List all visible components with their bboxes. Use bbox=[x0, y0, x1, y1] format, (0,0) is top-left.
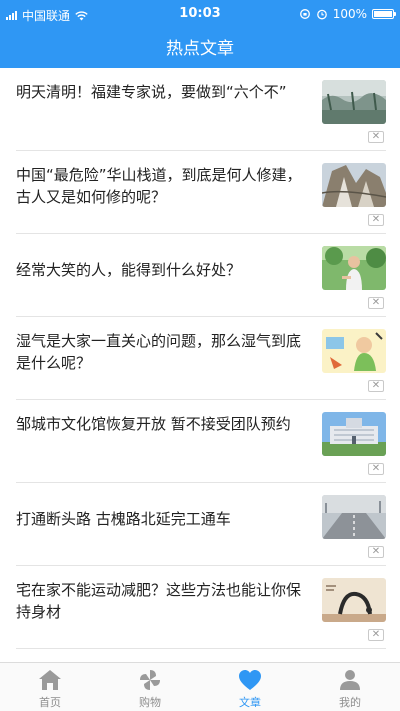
mountain-cliff-thumbnail[interactable] bbox=[322, 163, 386, 207]
article-item[interactable]: 邹城市文化馆恢复开放 暂不接受团队预约 ✕ bbox=[16, 400, 386, 483]
yoga-pose-thumbnail[interactable] bbox=[322, 578, 386, 622]
article-list[interactable]: 明天清明！福建专家说，要做到“六个不” ✕ 中国“最危险”华山栈道，到底是何人修… bbox=[0, 68, 400, 662]
laughing-man-thumbnail[interactable] bbox=[322, 246, 386, 290]
article-item[interactable] bbox=[16, 649, 386, 662]
dismiss-button[interactable]: ✕ bbox=[368, 629, 384, 641]
tab-bar: 首页 购物 文章 我的 bbox=[0, 662, 400, 711]
article-title[interactable]: 邹城市文化馆恢复开放 暂不接受团队预约 bbox=[16, 413, 306, 435]
article-title[interactable]: 打通断头路 古槐路北延完工通车 bbox=[16, 508, 306, 530]
article-item[interactable]: 打通断头路 古槐路北延完工通车 ✕ bbox=[16, 483, 386, 566]
article-item[interactable]: 湿气是大家一直关心的问题，那么湿气到底是什么呢？ ✕ bbox=[16, 317, 386, 400]
user-icon bbox=[340, 670, 360, 690]
dismiss-button[interactable]: ✕ bbox=[368, 214, 384, 226]
tab-home[interactable]: 首页 bbox=[0, 663, 100, 711]
tab-articles[interactable]: 文章 bbox=[200, 663, 300, 711]
tab-label: 文章 bbox=[239, 696, 261, 709]
tab-label: 我的 bbox=[339, 696, 361, 709]
rotation-lock-icon bbox=[299, 9, 310, 19]
article-item[interactable]: 明天清明！福建专家说，要做到“六个不” ✕ bbox=[16, 68, 386, 151]
dismiss-button[interactable]: ✕ bbox=[368, 463, 384, 475]
tab-label: 购物 bbox=[139, 696, 161, 709]
dismiss-button[interactable]: ✕ bbox=[368, 131, 384, 143]
pinwheel-icon bbox=[140, 670, 160, 690]
alarm-icon bbox=[316, 9, 327, 20]
misty-landscape-thumbnail[interactable] bbox=[322, 80, 386, 124]
road-thumbnail[interactable] bbox=[322, 495, 386, 539]
article-title[interactable]: 湿气是大家一直关心的问题，那么湿气到底是什么呢？ bbox=[16, 330, 306, 374]
app-header: 中国联通 10:03 100% 热点文章 bbox=[0, 0, 400, 68]
battery-icon bbox=[372, 9, 396, 19]
article-item[interactable]: 经常大笑的人，能得到什么好处？ ✕ bbox=[16, 234, 386, 317]
status-bar: 中国联通 10:03 100% bbox=[0, 0, 400, 28]
article-item[interactable]: 中国“最危险”华山栈道，到底是何人修建，古人又是如何修的呢？ ✕ bbox=[16, 151, 386, 234]
building-thumbnail[interactable] bbox=[322, 412, 386, 456]
dismiss-button[interactable]: ✕ bbox=[368, 380, 384, 392]
article-title[interactable]: 中国“最危险”华山栈道，到底是何人修建，古人又是如何修的呢？ bbox=[16, 164, 306, 208]
article-title[interactable]: 宅在家不能运动减肥？这些方法也能让你保持身材 bbox=[16, 579, 306, 623]
heart-icon bbox=[239, 670, 261, 690]
page-title: 热点文章 bbox=[166, 39, 234, 59]
article-item[interactable]: 宅在家不能运动减肥？这些方法也能让你保持身材 ✕ bbox=[16, 566, 386, 649]
article-title[interactable]: 明天清明！福建专家说，要做到“六个不” bbox=[16, 81, 306, 103]
home-icon bbox=[39, 670, 61, 690]
dismiss-button[interactable]: ✕ bbox=[368, 297, 384, 309]
tab-shopping[interactable]: 购物 bbox=[100, 663, 200, 711]
article-title[interactable]: 经常大笑的人，能得到什么好处？ bbox=[16, 259, 306, 281]
battery-percent: 100% bbox=[332, 7, 367, 21]
cartoon-illustration-thumbnail[interactable] bbox=[322, 329, 386, 373]
dismiss-button[interactable]: ✕ bbox=[368, 546, 384, 558]
tab-label: 首页 bbox=[39, 696, 61, 709]
tab-profile[interactable]: 我的 bbox=[300, 663, 400, 711]
